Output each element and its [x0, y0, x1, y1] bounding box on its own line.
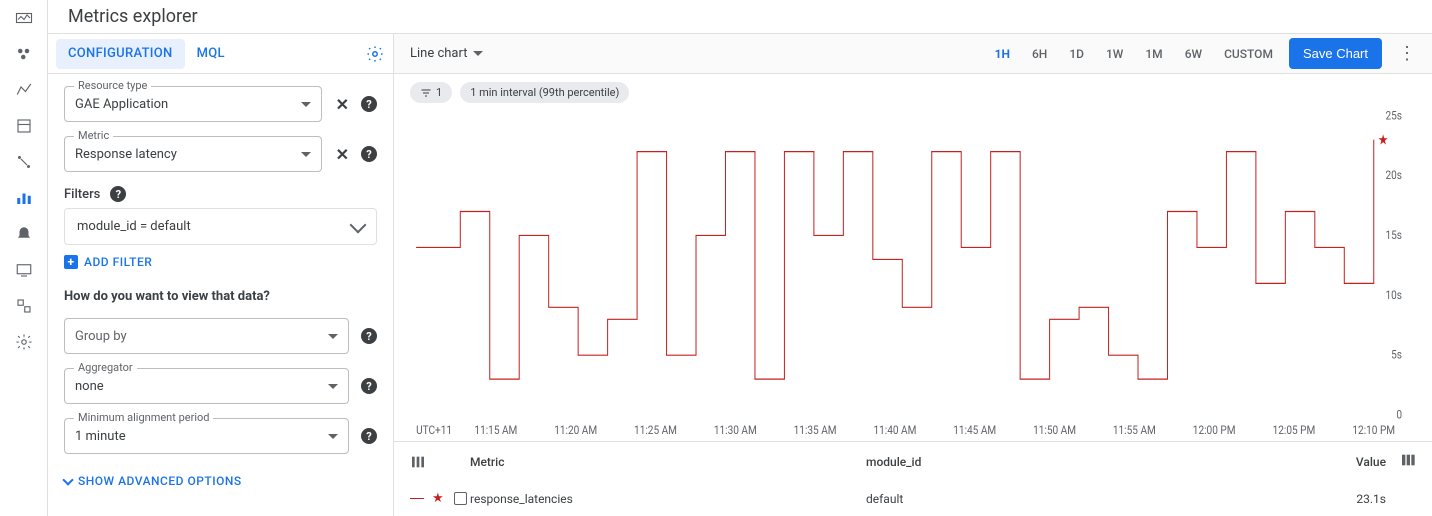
- help-icon[interactable]: ?: [361, 146, 377, 162]
- left-nav-rail: [0, 0, 48, 516]
- time-range-1h[interactable]: 1H: [995, 47, 1010, 61]
- time-range-6h[interactable]: 6H: [1032, 47, 1047, 61]
- time-range-6w[interactable]: 6W: [1185, 47, 1202, 61]
- time-range-1w[interactable]: 1W: [1106, 47, 1123, 61]
- view-data-heading: How do you want to view that data?: [64, 289, 377, 304]
- svg-text:25s: 25s: [1385, 111, 1402, 122]
- series-line-marker: [410, 498, 424, 499]
- series-star-marker: ★: [432, 491, 444, 506]
- dropdown-icon: [473, 51, 483, 56]
- help-icon[interactable]: ?: [110, 186, 126, 202]
- svg-text:11:50 AM: 11:50 AM: [1033, 423, 1076, 437]
- help-icon[interactable]: ?: [361, 378, 377, 394]
- svg-text:5s: 5s: [1391, 348, 1402, 362]
- metric-label: Metric: [74, 129, 113, 142]
- chart-type-select[interactable]: Line chart: [410, 46, 483, 61]
- top-header: Metrics explorer: [48, 0, 1432, 34]
- time-range-custom[interactable]: CUSTOM: [1224, 47, 1273, 61]
- settings-icon[interactable]: [12, 330, 36, 354]
- svg-text:★: ★: [1378, 133, 1389, 149]
- aggregator-label: Aggregator: [74, 361, 137, 374]
- box-icon[interactable]: [12, 114, 36, 138]
- svg-text:0: 0: [1396, 408, 1402, 422]
- filter-count-chip[interactable]: 1: [410, 82, 452, 103]
- dropdown-icon[interactable]: [301, 152, 311, 157]
- traces-icon[interactable]: [12, 150, 36, 174]
- legend-row[interactable]: ★ response_latencies default 23.1s: [394, 481, 1432, 516]
- svg-text:11:15 AM: 11:15 AM: [474, 423, 517, 437]
- monitoring-icon[interactable]: [12, 6, 36, 30]
- clear-resource-type-icon[interactable]: ✕: [336, 95, 349, 114]
- chevron-down-icon[interactable]: [350, 216, 367, 233]
- column-layout-icon[interactable]: [1400, 452, 1416, 468]
- time-range-1d[interactable]: 1D: [1069, 47, 1084, 61]
- svg-text:20s: 20s: [1385, 168, 1402, 182]
- svg-text:11:25 AM: 11:25 AM: [634, 423, 677, 437]
- legend-header: Metric module_id Value: [394, 442, 1432, 481]
- svg-text:11:30 AM: 11:30 AM: [714, 423, 757, 437]
- uptime-icon[interactable]: [12, 258, 36, 282]
- config-panel: CONFIGURATION MQL Resource type GAE Appl…: [48, 34, 394, 516]
- svg-text:11:40 AM: 11:40 AM: [873, 423, 916, 437]
- clear-metric-icon[interactable]: ✕: [336, 145, 349, 164]
- config-settings-gear-icon[interactable]: [365, 44, 385, 64]
- tab-configuration[interactable]: CONFIGURATION: [56, 39, 185, 69]
- more-menu-icon[interactable]: ⋮: [1398, 43, 1416, 64]
- help-icon[interactable]: ?: [361, 96, 377, 112]
- columns-icon[interactable]: [410, 454, 426, 470]
- svg-text:12:10 PM: 12:10 PM: [1352, 423, 1395, 437]
- groups-icon[interactable]: [12, 294, 36, 318]
- svg-text:11:45 AM: 11:45 AM: [953, 423, 996, 437]
- group-by-select[interactable]: Group by: [64, 318, 349, 354]
- dropdown-icon[interactable]: [328, 434, 338, 439]
- svg-text:11:20 AM: 11:20 AM: [554, 423, 597, 437]
- dropdown-icon[interactable]: [301, 102, 311, 107]
- filters-label: Filters ?: [64, 186, 377, 202]
- help-icon[interactable]: ?: [361, 328, 377, 344]
- services-icon[interactable]: [12, 78, 36, 102]
- svg-text:11:55 AM: 11:55 AM: [1113, 423, 1156, 437]
- resource-type-label: Resource type: [74, 79, 151, 92]
- dropdown-icon[interactable]: [328, 334, 338, 339]
- svg-text:15s: 15s: [1385, 228, 1402, 242]
- alerting-icon[interactable]: [12, 222, 36, 246]
- metrics-explorer-icon[interactable]: [12, 186, 36, 210]
- svg-text:12:05 PM: 12:05 PM: [1273, 423, 1316, 437]
- tab-mql[interactable]: MQL: [185, 39, 237, 69]
- add-filter-button[interactable]: + ADD FILTER: [64, 255, 377, 269]
- series-checkbox[interactable]: [454, 492, 467, 505]
- min-alignment-label: Minimum alignment period: [74, 411, 213, 424]
- help-icon[interactable]: ?: [361, 428, 377, 444]
- svg-text:10s: 10s: [1385, 288, 1402, 302]
- line-chart[interactable]: 0 5s 10s 15s 20s 25s UTC+11 11:15 AM 11:20 AM 11:…: [406, 111, 1404, 441]
- plus-icon: +: [64, 255, 78, 269]
- show-advanced-toggle[interactable]: SHOW ADVANCED OPTIONS: [64, 474, 377, 488]
- dashboards-icon[interactable]: [12, 42, 36, 66]
- dropdown-icon[interactable]: [328, 384, 338, 389]
- filter-row[interactable]: module_id = default: [64, 208, 377, 245]
- save-chart-button[interactable]: Save Chart: [1289, 38, 1382, 69]
- chevron-down-icon: [62, 474, 73, 485]
- page-title: Metrics explorer: [68, 6, 198, 27]
- interval-chip[interactable]: 1 min interval (99th percentile): [460, 82, 629, 103]
- svg-text:12:00 PM: 12:00 PM: [1193, 423, 1236, 437]
- svg-text:11:35 AM: 11:35 AM: [794, 423, 837, 437]
- svg-text:UTC+11: UTC+11: [416, 423, 452, 437]
- time-range-1m[interactable]: 1M: [1145, 47, 1162, 61]
